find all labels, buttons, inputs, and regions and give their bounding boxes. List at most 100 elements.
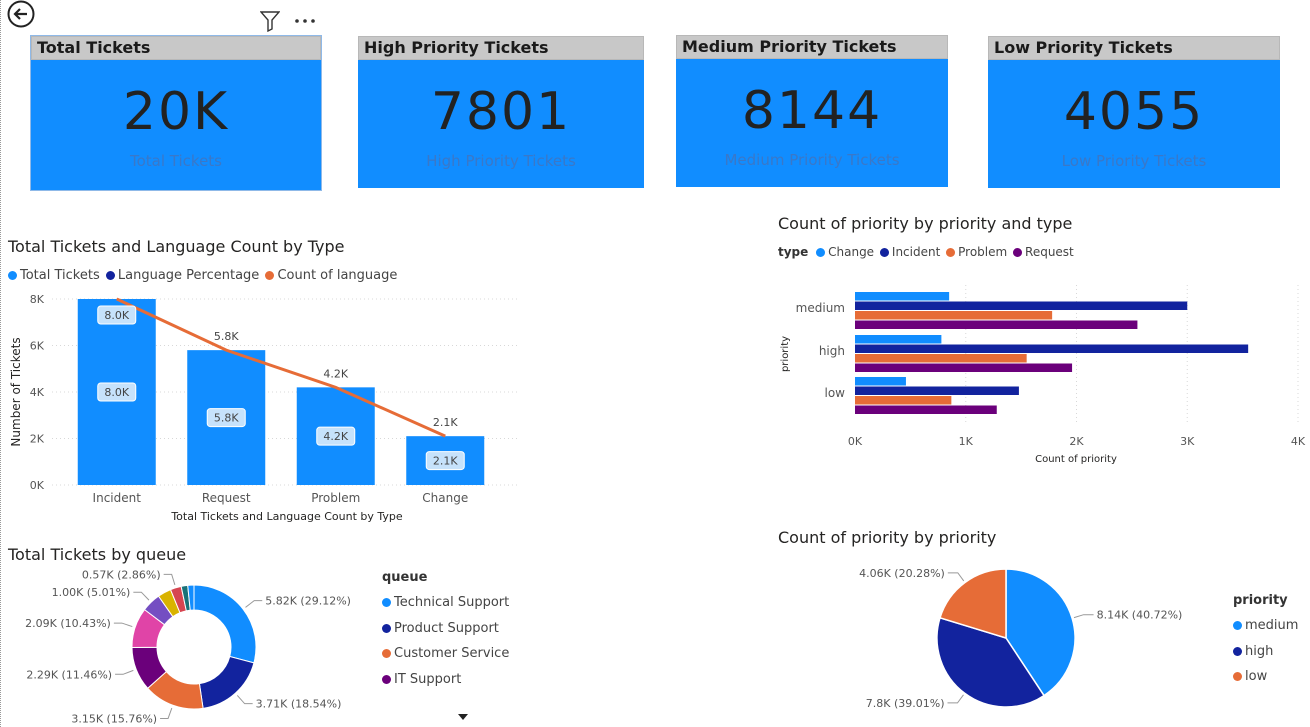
line-series-count-of-language [116,297,446,438]
legend-item[interactable]: Incident [878,245,940,259]
x-tick-label: Incident [93,491,142,505]
y-tick-label: 2K [30,433,45,446]
label-leader-line [947,694,964,704]
legend-item[interactable]: low [1233,664,1298,690]
card-value: 20K [122,82,230,142]
legend-item[interactable]: Request [1011,245,1074,259]
kpi-card-low[interactable]: Low Priority Tickets 4055 Low Priority T… [988,36,1280,188]
x-tick-label: Request [202,491,251,505]
donut-chart-queue[interactable]: 5.82K (29.12%) 3.71K (18.54%) 3.15K (15.76… [0,565,370,727]
line-data-label: 2.1K [433,416,458,429]
donut-slice [198,655,255,709]
slice-label: 2.09K (10.43%) [25,617,111,630]
legend-title: type [778,245,809,259]
card-value: 8144 [741,81,883,141]
card-header: Medium Priority Tickets [676,35,948,59]
card-body: 20K Total Tickets [31,60,321,190]
data-label: 4.2K [323,430,348,443]
slice-label: 8.14K (40.72%) [1097,609,1183,622]
bar-medium-problem [855,311,1053,320]
card-sub-label: High Priority Tickets [426,152,576,170]
legend-item[interactable]: Technical Support [382,590,509,616]
chart-legend-type: Total Tickets Language Percentage Count … [8,268,397,283]
chart-legend-priority-type: type Change Incident Problem Request [778,245,1074,259]
legend-scroll-down-icon[interactable] [457,713,469,721]
legend-item[interactable]: Count of language [263,268,397,283]
filter-icon[interactable] [260,10,280,32]
label-leader-line [115,669,134,675]
kpi-card-medium[interactable]: Medium Priority Tickets 8144 Medium Prio… [676,35,948,187]
label-leader-line [245,600,263,608]
x-axis-title: Total Tickets and Language Count by Type [170,510,403,523]
y-axis-title: Number of Tickets [9,337,23,446]
legend-item[interactable]: Change [812,245,874,259]
card-header: Low Priority Tickets [988,36,1280,60]
legend-item[interactable]: Product Support [382,616,509,642]
legend-title: priority [1233,593,1288,608]
card-sub-label: Medium Priority Tickets [724,151,900,169]
x-tick-label: 4K [1291,435,1306,448]
kpi-card-total[interactable]: Total Tickets 20K Total Tickets [30,35,322,191]
label-leader-line [163,573,176,586]
slice-label: 0.57K (2.86%) [82,568,161,581]
y-tick-label: 6K [30,340,45,353]
x-tick-label: 3K [1180,435,1195,448]
label-leader-line [236,695,253,705]
line-data-label: 5.8K [214,330,239,343]
legend-queue: queue Technical Support Product Support … [382,570,509,692]
bar-chart-priority-type[interactable]: 0K 1K 2K 3K 4K Count of priority priority mediu… [770,280,1310,470]
y-tick-label: medium [796,301,845,315]
chart-title-priority: Count of priority by priority [778,528,997,547]
card-header: High Priority Tickets [358,36,644,60]
legend-item[interactable]: medium [1233,613,1298,639]
y-tick-label: high [819,344,845,358]
legend-item[interactable]: IT Support [382,667,509,693]
label-leader-line [1073,614,1094,619]
more-options-icon[interactable] [294,18,316,24]
slice-label: 7.8K (39.01%) [866,697,945,710]
legend-priority: priority medium high low [1233,593,1298,690]
legend-item[interactable]: Total Tickets [8,268,100,283]
card-body: 4055 Low Priority Tickets [988,60,1280,188]
donut-slice [193,584,257,664]
slice-label: 1.00K (5.01%) [52,586,131,599]
y-axis-title: priority [780,336,791,372]
data-label: 5.8K [214,412,239,425]
slice-label: 5.82K (29.12%) [265,595,351,608]
y-tick-label: 8K [30,293,45,306]
bar-high-problem [855,354,1027,363]
combo-chart-type[interactable]: 0K 2K 4K 6K 8K Number of Tickets Incident 8.0K R… [0,285,530,530]
legend-item[interactable]: Problem [944,245,1007,259]
slice-label: 3.71K (18.54%) [256,698,342,711]
x-tick-label: 1K [959,435,974,448]
line-data-label: 4.2K [323,367,348,380]
card-body: 7801 High Priority Tickets [358,60,644,188]
bar-medium-change [855,292,950,301]
pie-chart-priority[interactable]: 8.14K (40.72%) 7.8K (39.01%) 4.06K (20.28%… [770,550,1210,727]
card-header: Total Tickets [31,36,321,60]
legend-item[interactable]: Customer Service [382,641,509,667]
chart-title-type: Total Tickets and Language Count by Type [8,237,345,256]
x-tick-label: Problem [311,491,360,505]
bar-high-request [855,363,1073,372]
kpi-card-high[interactable]: High Priority Tickets 7801 High Priority… [358,36,644,188]
card-value: 7801 [430,82,572,142]
y-tick-label: 4K [30,386,45,399]
x-axis-title: Count of priority [1035,454,1117,465]
legend-title: queue [382,570,428,585]
y-tick-label: 0K [30,479,45,492]
slice-label: 3.15K (15.76%) [71,712,157,725]
bar-high-change [855,335,942,344]
back-arrow-icon[interactable] [7,0,35,28]
label-leader-line [947,572,965,582]
bar-medium-incident [855,301,1188,310]
card-value: 4055 [1063,82,1205,142]
data-label: 2.1K [433,455,458,468]
label-leader-line [113,622,133,628]
legend-item[interactable]: high [1233,639,1298,665]
bar-medium-request [855,320,1138,329]
slice-label: 4.06K (20.28%) [859,567,945,580]
y-tick-label: low [825,386,846,400]
legend-item[interactable]: Language Percentage [104,268,259,283]
chart-title-priority-type: Count of priority by priority and type [778,214,1073,233]
